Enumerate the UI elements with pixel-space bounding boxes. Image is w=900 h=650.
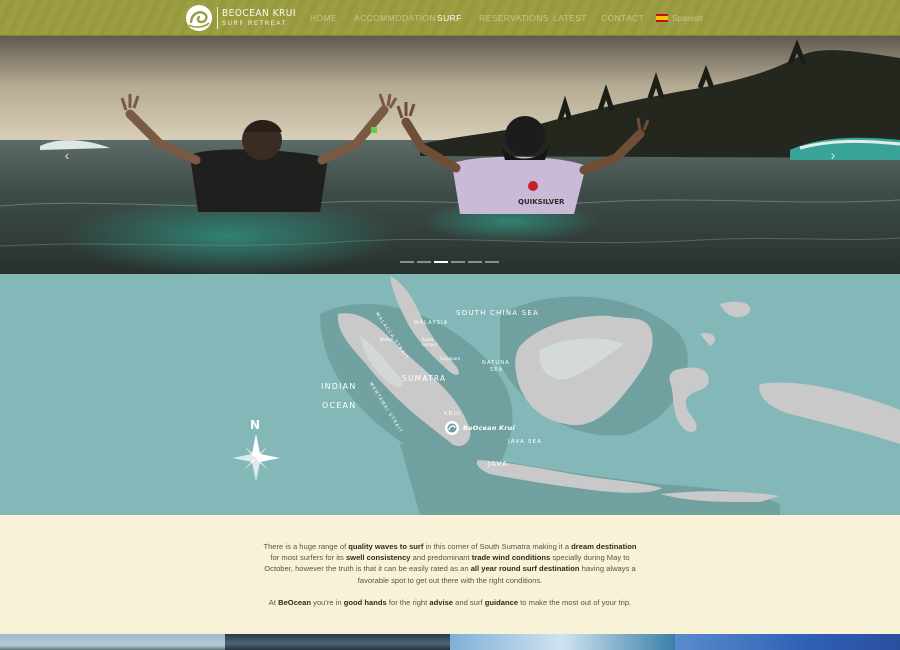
highlight-text: quality waves to surf — [348, 542, 424, 551]
surf-description: There is a huge range of quality waves t… — [0, 515, 900, 634]
thumbnail-photo[interactable] — [450, 634, 675, 650]
nav-item-home[interactable]: HOME — [310, 13, 337, 23]
slider-dot[interactable] — [485, 261, 499, 263]
wave-logo-icon — [186, 5, 212, 31]
map-label-beocean-krui: BeOcean Krui — [463, 424, 515, 432]
thumbnail-photo[interactable] — [225, 634, 450, 650]
map-label-singapore: Singapore — [440, 356, 461, 361]
map-label-krui: KRUI — [444, 411, 462, 417]
map-label-sumatra: SUMATRA — [402, 374, 447, 383]
map-label-south-china-sea: SOUTH CHINA SEA — [456, 309, 539, 317]
spain-flag-icon — [656, 14, 668, 22]
map-label-kuala-lumpur: Kuala Lumpur — [422, 337, 438, 347]
map-label-ocean: OCEAN — [322, 401, 357, 410]
body-text: At — [268, 598, 279, 607]
highlight-text: guidance — [484, 598, 519, 607]
highlight-text: swell consistency — [345, 553, 411, 563]
body-text: in this corner of South Sumatra making i… — [423, 542, 572, 551]
logo-text: BEOCEAN KRUI SURF RETREAT — [222, 8, 297, 28]
thumbnail-photo[interactable] — [0, 634, 225, 650]
slider-dot-active[interactable] — [434, 261, 448, 263]
map-label-natuna-sea: SEA — [490, 367, 504, 373]
body-text: and surf — [453, 598, 485, 607]
body-text: and predominant — [410, 553, 472, 563]
slider-dot[interactable] — [468, 261, 482, 263]
body-text: There is a huge range of — [263, 542, 349, 551]
logo-divider — [217, 7, 218, 29]
nav-item-latest[interactable]: LATEST — [553, 13, 587, 23]
chevron-right-icon[interactable]: › — [826, 148, 840, 162]
highlight-text: dream destination — [571, 542, 637, 551]
nav-item-accommodation[interactable]: ACCOMMODATION — [354, 13, 436, 23]
highlight-text: trade wind conditions — [471, 553, 551, 563]
brand-name: BEOCEAN KRUI — [222, 8, 297, 19]
map-label-malaysia: MALAYSIA — [414, 320, 449, 326]
brand-logo[interactable]: BEOCEAN KRUI SURF RETREAT — [184, 4, 296, 32]
body-text: you're in — [311, 598, 344, 607]
map-label-java-sea: JAVA SEA — [508, 439, 543, 445]
slider-pagination — [400, 261, 499, 263]
chevron-left-icon[interactable]: ‹ — [60, 148, 74, 162]
highlight-text: advise — [429, 598, 454, 607]
guidance-paragraph: At BeOcean you're in good hands for the … — [262, 597, 638, 608]
body-text: to make the most out of your trip. — [518, 598, 632, 607]
nav-item-reservations[interactable]: RESERVATIONS — [479, 13, 549, 23]
map-graphic — [232, 276, 900, 515]
highlight-text: good hands — [343, 598, 387, 607]
shirt-print: QUIKSILVER — [518, 198, 565, 206]
brand-tagline: SURF RETREAT — [222, 21, 287, 27]
nav-item-contact[interactable]: CONTACT — [601, 13, 644, 23]
hero-slider: QUIKSILVER ‹ › — [0, 36, 900, 274]
description-paragraph: There is a huge range of quality waves t… — [262, 541, 638, 586]
slider-dot[interactable] — [400, 261, 414, 263]
body-text: for most surfers for its — [270, 553, 346, 563]
nav-item-surf[interactable]: SURF — [437, 13, 462, 23]
map-label-medan: Medan — [380, 337, 394, 342]
top-navigation: BEOCEAN KRUI SURF RETREAT HOME ACCOMMODA… — [0, 0, 900, 36]
highlight-text: all year round surf destination — [470, 564, 580, 574]
photo-strip — [0, 634, 900, 650]
location-pin-icon — [445, 421, 459, 435]
language-label: Spanish — [672, 13, 703, 23]
map-label-natuna: NATUNA — [482, 360, 510, 366]
body-text: for the right — [386, 598, 430, 607]
hero-photo: QUIKSILVER — [0, 36, 900, 274]
thumbnail-photo[interactable] — [675, 634, 900, 650]
slider-dot[interactable] — [417, 261, 431, 263]
compass-rose-icon — [232, 434, 280, 482]
map-label-north: N — [250, 418, 262, 432]
language-switch[interactable]: Spanish — [656, 13, 703, 23]
map-label-java: JAVA — [488, 460, 509, 468]
highlight-text: BeOcean — [278, 598, 312, 607]
surf-location-map: SOUTH CHINA SEA MALACCA STRAIT MALAYSIA … — [0, 274, 900, 515]
map-label-indian: INDIAN — [321, 382, 357, 391]
slider-dot[interactable] — [451, 261, 465, 263]
